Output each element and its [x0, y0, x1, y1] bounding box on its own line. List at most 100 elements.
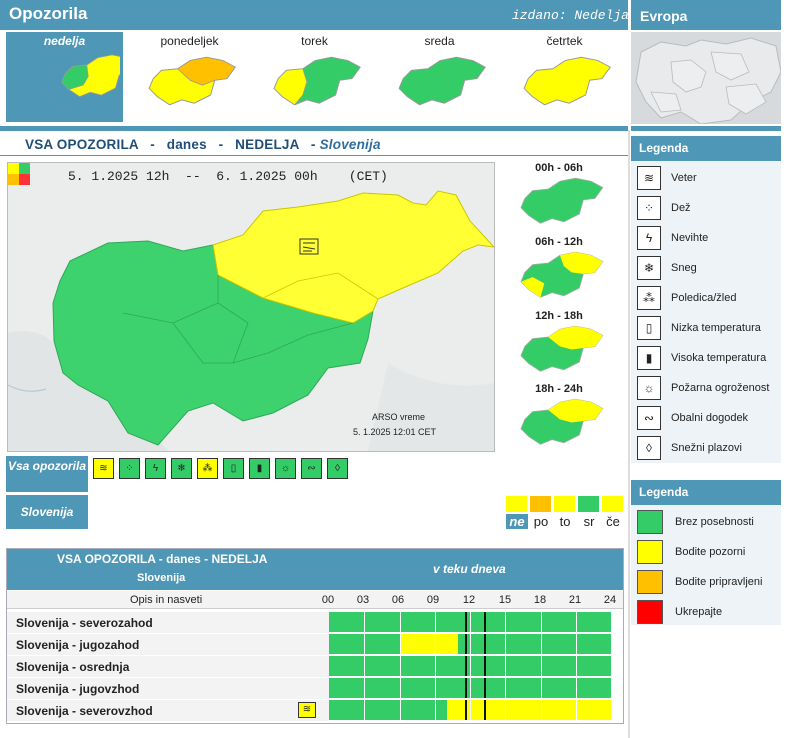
legend-color-red: Ukrepajte — [637, 599, 722, 625]
day-tab-label: sreda — [424, 34, 455, 48]
hour-label: 21 — [568, 594, 582, 606]
time-marker — [465, 678, 468, 698]
grid-line — [540, 700, 542, 720]
thunder-icon[interactable]: ϟ — [145, 458, 166, 479]
legend-item-nevihte: ϟ Nevihte — [637, 225, 708, 251]
region-name[interactable]: Slovenija - severovzhod — [16, 704, 153, 718]
grid-line — [470, 612, 471, 632]
column-divider — [628, 130, 630, 738]
coastal-icon[interactable]: ∾ — [301, 458, 322, 479]
timeline-label: v teku dneva — [433, 562, 506, 576]
time-marker — [465, 700, 468, 720]
fire-icon: ☼ — [637, 376, 661, 400]
snow-icon[interactable]: ❄ — [171, 458, 192, 479]
day-swatch-ne[interactable] — [506, 496, 527, 512]
day-tab-torek[interactable]: torek — [256, 32, 373, 122]
slovenia-label: Slovenija — [6, 495, 88, 529]
day-tab-nedelja[interactable]: nedelja — [6, 32, 123, 122]
period-map-18-24[interactable]: 18h - 24h — [497, 382, 621, 452]
legend-color-label: Bodite pozorni — [675, 546, 746, 558]
day-swatch-sr[interactable] — [578, 496, 599, 512]
legend-item-label: Sneg — [671, 262, 697, 274]
day-swatch-ce[interactable] — [602, 496, 623, 512]
legend-item-dez: ⁘ Dež — [637, 195, 691, 221]
color-swatch — [637, 540, 663, 564]
day-swatch-label[interactable]: to — [554, 514, 576, 529]
hour-label: 03 — [356, 594, 370, 606]
period-map-06-12[interactable]: 06h - 12h — [497, 235, 621, 305]
grid-line — [364, 656, 366, 676]
period-label: 00h - 06h — [535, 162, 583, 174]
day-swatch-to[interactable] — [554, 496, 575, 512]
day-tab-label: četrtek — [546, 34, 583, 48]
grid-line — [505, 612, 507, 632]
legend-item-plazovi: ◊ Snežni plazovi — [637, 435, 742, 461]
legend-color-label: Brez posebnosti — [675, 516, 754, 528]
hour-label: 06 — [391, 594, 405, 606]
day-swatch-po[interactable] — [530, 496, 551, 512]
grid-line — [505, 678, 507, 698]
all-warnings-label: Vsa opozorila — [6, 456, 88, 492]
legend-item-obalni: ∾ Obalni dogodek — [637, 405, 748, 431]
legend-item-label: Snežni plazovi — [671, 442, 742, 454]
coastal-icon: ∾ — [637, 406, 661, 430]
legend-item-sneg: ❄ Sneg — [637, 255, 697, 281]
day-swatch-label[interactable]: če — [602, 514, 624, 529]
time-marker — [484, 700, 487, 720]
high-temp-icon[interactable]: ▮ — [249, 458, 270, 479]
section-title: VSA OPOZORILA - danes - NEDELJA - Sloven… — [25, 137, 381, 152]
period-map-00-06[interactable]: 00h - 06h — [497, 161, 621, 231]
low-temp-icon[interactable]: ▯ — [223, 458, 244, 479]
day-tab-label: nedelja — [43, 34, 86, 48]
time-marker — [465, 634, 468, 654]
hour-label: 12 — [462, 594, 476, 606]
fire-icon[interactable]: ☼ — [275, 458, 296, 479]
description-header: Opis in nasveti — [130, 594, 203, 606]
legend-item-label: Nizka temperatura — [671, 322, 761, 334]
legend-item-nizka: ▯ Nizka temperatura — [637, 315, 761, 341]
grid-line — [470, 678, 471, 698]
day-tab-cetrtek[interactable]: četrtek — [506, 32, 623, 122]
region-name[interactable]: Slovenija - jugovzhod — [16, 682, 139, 696]
europe-link[interactable]: Evropa — [640, 8, 687, 24]
wind-icon[interactable]: ≋ — [93, 458, 114, 479]
period-map-12-18[interactable]: 12h - 18h — [497, 309, 621, 379]
header-divider — [0, 126, 628, 131]
region-name[interactable]: Slovenija - osrednja — [16, 660, 129, 674]
app-title: Opozorila — [9, 4, 88, 23]
europe-map-thumbnail[interactable] — [631, 32, 781, 124]
period-label: 06h - 12h — [535, 236, 583, 248]
day-tab-sreda[interactable]: sreda — [381, 32, 498, 122]
day-map-cetrtek — [523, 56, 611, 106]
legend-item-label: Dež — [671, 202, 691, 214]
warning-map[interactable] — [7, 162, 495, 452]
day-tab-ponedeljek[interactable]: ponedeljek — [131, 32, 248, 122]
day-swatch-label[interactable]: po — [530, 514, 552, 529]
timeline-bar — [329, 634, 611, 654]
legend-color-orange: Bodite pripravljeni — [637, 569, 762, 595]
grid-line — [575, 678, 577, 698]
wind-icon[interactable]: ≋ — [298, 702, 316, 718]
day-swatch-label[interactable]: sr — [578, 514, 600, 529]
day-swatch-label[interactable]: ne — [506, 514, 528, 529]
day-map-ponedeljek — [148, 56, 236, 106]
table-subtitle: Slovenija — [137, 572, 186, 584]
legend-item-label: Veter — [671, 172, 697, 184]
rain-icon[interactable]: ⁘ — [119, 458, 140, 479]
avalanche-icon[interactable]: ◊ — [327, 458, 348, 479]
legend-color-label: Ukrepajte — [675, 606, 723, 618]
header-divider-right — [631, 126, 781, 131]
ice-icon[interactable]: ⁂ — [197, 458, 218, 479]
grid-line — [540, 656, 542, 676]
region-name[interactable]: Slovenija - severozahod — [16, 616, 153, 630]
grid-line — [434, 700, 436, 720]
grid-line — [399, 700, 401, 720]
region-name[interactable]: Slovenija - jugozahod — [16, 638, 139, 652]
legend-item-pozar: ☼ Požarna ogroženost — [637, 375, 769, 401]
time-marker — [465, 656, 468, 676]
grid-line — [505, 656, 507, 676]
hour-label: 18 — [533, 594, 547, 606]
legend-item-label: Obalni dogodek — [671, 412, 749, 424]
grid-line — [399, 678, 401, 698]
legend-color-green: Brez posebnosti — [637, 509, 754, 535]
